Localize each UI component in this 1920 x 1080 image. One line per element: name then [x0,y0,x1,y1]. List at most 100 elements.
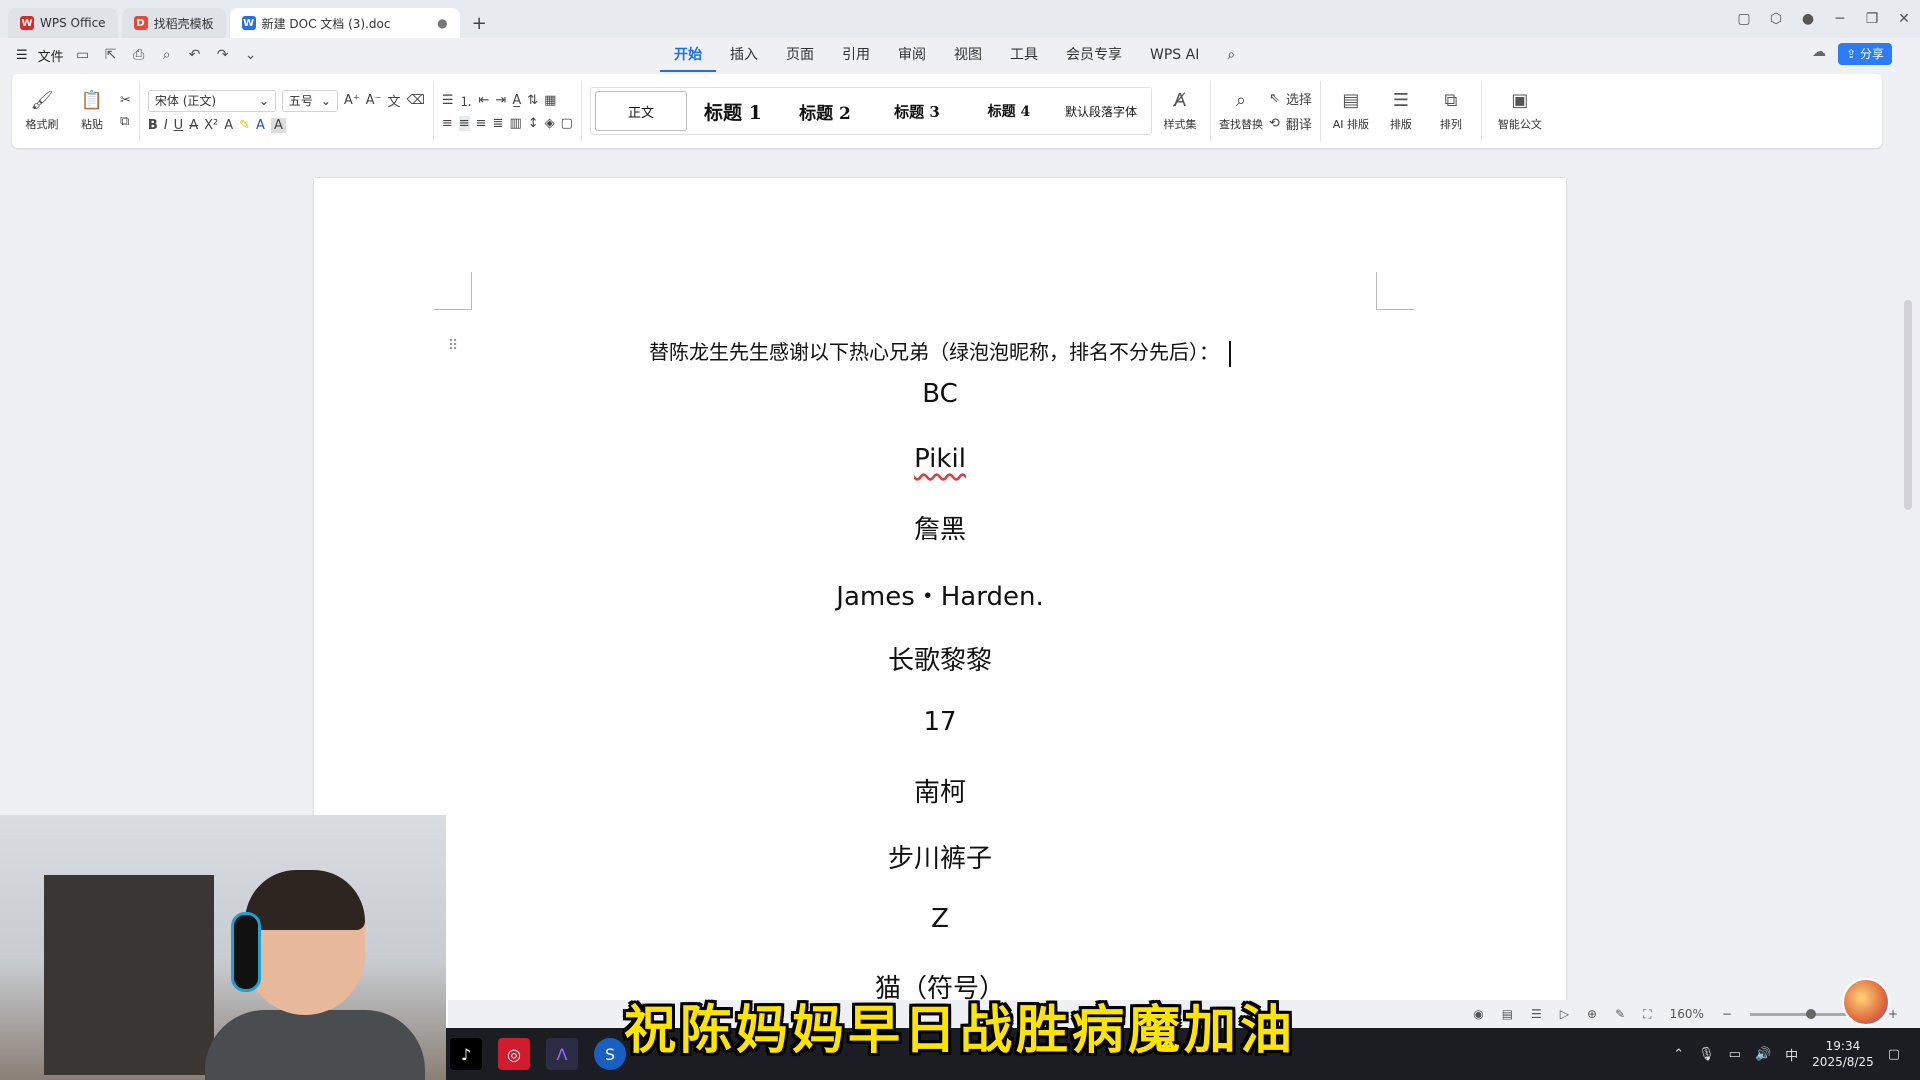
new-tab-button[interactable]: + [464,8,495,38]
chevron-down-icon[interactable]: ⌄ [242,47,260,63]
translate-button[interactable]: ⟲ 翻译 [1269,114,1312,133]
bold-icon[interactable]: B [148,118,158,133]
cloud-sync-icon[interactable]: ☁ [1812,44,1826,60]
find-replace-button[interactable]: ⌕ 查找替换 [1219,90,1263,132]
cut-icon[interactable]: ✂ [120,93,131,108]
share-label: 分享 [1859,47,1884,61]
crop-mark [434,272,472,310]
shading-icon[interactable]: ◈ [545,116,555,131]
tab-label: WPS Office [40,16,106,30]
char-shading-icon[interactable]: A [270,117,286,133]
style-heading-1[interactable]: 标题 1 [687,91,779,131]
vertical-scrollbar[interactable] [1904,300,1912,510]
sort-icon[interactable]: ⇅ [527,93,538,108]
decrease-indent-icon[interactable]: ⇤ [479,93,490,108]
line-spacing-icon[interactable]: ↕ [528,116,539,131]
arrange-label: 排列 [1439,118,1462,131]
layout-icon[interactable]: ▢ [1728,11,1760,27]
align-center-icon[interactable]: ≡ [458,116,470,131]
crop-mark [1376,272,1414,310]
close-button[interactable]: ✕ [1888,11,1920,27]
font-size-value: 五号 [288,94,313,108]
tab-document[interactable]: W 新建 DOC 文档 (3).doc ● [229,8,460,38]
tab-template[interactable]: D 找稻壳模板 [121,8,226,38]
minimize-button[interactable]: ─ [1824,11,1856,27]
strikethrough-icon[interactable]: A [189,118,198,133]
align-right-icon[interactable]: ≡ [476,116,487,131]
italic-icon[interactable]: I [164,118,168,133]
search-icon[interactable]: ⌕ [1213,38,1249,72]
smart-doc-button[interactable]: ▣ 智能公文 [1490,90,1550,132]
font-name-select[interactable]: 宋体 (正文) ⌄ [147,89,276,112]
menu-page[interactable]: 页面 [772,38,828,72]
ai-layout-button[interactable]: ▤ AI 排版 [1329,90,1373,132]
menu-member[interactable]: 会员专享 [1052,38,1136,72]
layout-label: 排版 [1389,118,1412,131]
text-direction-icon[interactable]: A̲ [512,93,521,108]
save-icon[interactable]: ▭ [74,47,92,63]
align-left-icon[interactable]: ≡ [442,116,453,131]
menu-home[interactable]: 开始 [660,38,716,72]
restore-button[interactable]: ❐ [1856,11,1888,27]
share-button[interactable]: ⇪ 分享 [1838,43,1892,65]
styles-group: 正文 标题 1 标题 2 标题 3 标题 4 默认段落字体 A̸ 样式集 [582,81,1211,141]
export-icon[interactable]: ⇱ [102,47,120,63]
tab-wps-office[interactable]: W WPS Office [8,8,118,38]
style-gallery: 正文 标题 1 标题 2 标题 3 标题 4 默认段落字体 [589,87,1152,135]
clear-format-icon[interactable]: ⌫ [406,93,424,108]
bullet-list-icon[interactable]: ☰ [442,93,454,108]
user-avatar-icon[interactable]: ● [1792,11,1824,27]
superscript-icon[interactable]: X² [204,118,218,133]
border-icon[interactable]: ▢ [561,116,573,131]
style-default-font[interactable]: 默认段落字体 [1055,91,1147,131]
phonetic-icon[interactable]: 文 [387,91,400,110]
menu-view[interactable]: 视图 [940,38,996,72]
paste-button[interactable]: 📋 粘贴 [70,90,114,132]
numbered-list-icon[interactable]: ⒈ [460,91,473,110]
name-line: 詹黑 [913,515,966,545]
style-set-button[interactable]: A̸ 样式集 [1158,90,1202,132]
text-effect-icon[interactable]: A [224,118,233,133]
table-icon[interactable]: ▦ [544,93,556,108]
style-normal[interactable]: 正文 [594,91,687,131]
style-heading-3[interactable]: 标题 3 [871,91,963,131]
style-heading-2[interactable]: 标题 2 [779,91,871,131]
highlight-icon[interactable]: ✎ [239,118,250,133]
justify-icon[interactable]: ≣ [493,116,504,131]
ribbon-toolbar: 🖌 格式刷 📋 粘贴 ✂ ⧉ 宋体 (正文) ⌄ 五号 ⌄ A⁺ A⁻ 文 ⌫ B … [12,74,1882,148]
headset-icon [231,912,261,992]
print-icon[interactable]: ⎙ [130,47,148,63]
undo-icon[interactable]: ↶ [186,47,204,63]
name-line: BC [922,379,958,409]
hamburger-icon[interactable]: ☰ [16,48,28,63]
style-heading-4[interactable]: 标题 4 [963,91,1055,131]
increase-indent-icon[interactable]: ⇥ [495,93,506,108]
copy-icon[interactable]: ⧉ [120,114,131,129]
font-color-icon[interactable]: A [256,118,265,133]
grow-font-icon[interactable]: A⁺ [344,93,360,108]
clipboard-icon: 📋 [80,90,104,111]
cube-icon[interactable]: ⬡ [1760,11,1792,27]
format-painter-label: 格式刷 [25,118,59,131]
layout-button[interactable]: ☰ 排版 [1379,90,1423,132]
menu-review[interactable]: 审阅 [884,38,940,72]
print-preview-icon[interactable]: ⌕ [158,47,176,63]
file-menu[interactable]: 文件 [38,46,64,65]
cursor-icon: ⇖ [1268,91,1280,106]
redo-icon[interactable]: ↷ [214,47,232,63]
menu-references[interactable]: 引用 [828,38,884,72]
menu-insert[interactable]: 插入 [716,38,772,72]
format-painter-button[interactable]: 🖌 格式刷 [20,90,64,132]
document-page[interactable]: ⠿ 替陈龙生先生感谢以下热心兄弟（绿泡泡昵称，排名不分先后）： BC Pikil… [314,178,1566,1078]
underline-icon[interactable]: U [174,118,184,133]
word-doc-icon: W [241,16,256,30]
menu-tools[interactable]: 工具 [996,38,1052,72]
menu-wps-ai[interactable]: WPS AI [1136,38,1213,72]
shrink-font-icon[interactable]: A⁻ [366,93,382,108]
arrange-button[interactable]: ⧉ 排列 [1429,90,1473,132]
font-size-select[interactable]: 五号 ⌄ [281,89,338,112]
style-set-icon: A̸ [1173,90,1187,111]
select-button[interactable]: ⇖ 选择 [1269,89,1312,108]
tab-unsaved-dot-icon[interactable]: ● [437,16,447,30]
distribute-icon[interactable]: ▥ [509,116,521,131]
